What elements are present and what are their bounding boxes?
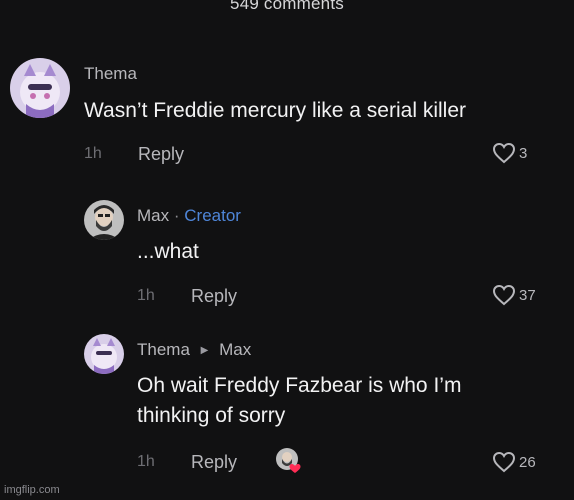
comment-text: Oh wait Freddy Fazbear is who I’m thinki… <box>137 371 461 431</box>
watermark: imgflip.com <box>4 484 60 496</box>
like-button[interactable]: 37 <box>492 284 536 306</box>
comment-text: Wasn’t Freddie mercury like a serial kil… <box>84 99 466 122</box>
reply-button[interactable]: Reply <box>191 286 237 307</box>
anime-avatar-icon <box>10 58 70 118</box>
comment-author[interactable]: Max <box>137 206 169 225</box>
like-button[interactable]: 3 <box>492 142 527 164</box>
comment-author-line: Thema ▶ Max <box>137 340 251 360</box>
comment-text-line: thinking of sorry <box>137 404 286 427</box>
creator-liked-indicator <box>274 446 304 476</box>
reply-button[interactable]: Reply <box>138 144 184 165</box>
avatar-thema[interactable] <box>84 334 124 374</box>
comment-timestamp: 1h <box>137 287 155 304</box>
comment-timestamp: 1h <box>84 145 102 162</box>
author-separator: · <box>173 206 180 225</box>
anime-avatar-icon <box>84 334 124 374</box>
like-count: 3 <box>519 144 528 162</box>
like-count: 37 <box>519 286 536 304</box>
reply-arrow-icon: ▶ <box>200 345 209 356</box>
reply-to-author[interactable]: Max <box>219 340 251 359</box>
heart-icon <box>492 284 516 306</box>
bearded-man-avatar-icon <box>84 200 124 240</box>
like-button[interactable]: 26 <box>492 451 536 473</box>
comment-text: ...what <box>137 240 199 263</box>
avatar-max[interactable] <box>84 200 124 240</box>
comment-author[interactable]: Thema <box>137 340 190 359</box>
comment-text-line: Oh wait Freddy Fazbear is who I’m <box>137 374 462 397</box>
heart-icon <box>492 142 516 164</box>
comment-timestamp: 1h <box>137 453 155 470</box>
comment-author-line: Max · Creator <box>137 206 241 226</box>
comments-count-header: 549 comments <box>230 0 344 13</box>
heart-icon <box>492 451 516 473</box>
comment-author[interactable]: Thema <box>84 64 137 84</box>
creator-liked-avatar-icon <box>276 448 301 473</box>
like-count: 26 <box>519 453 536 471</box>
creator-badge: Creator <box>184 206 241 225</box>
avatar-thema[interactable] <box>10 58 70 118</box>
reply-button[interactable]: Reply <box>191 452 237 473</box>
